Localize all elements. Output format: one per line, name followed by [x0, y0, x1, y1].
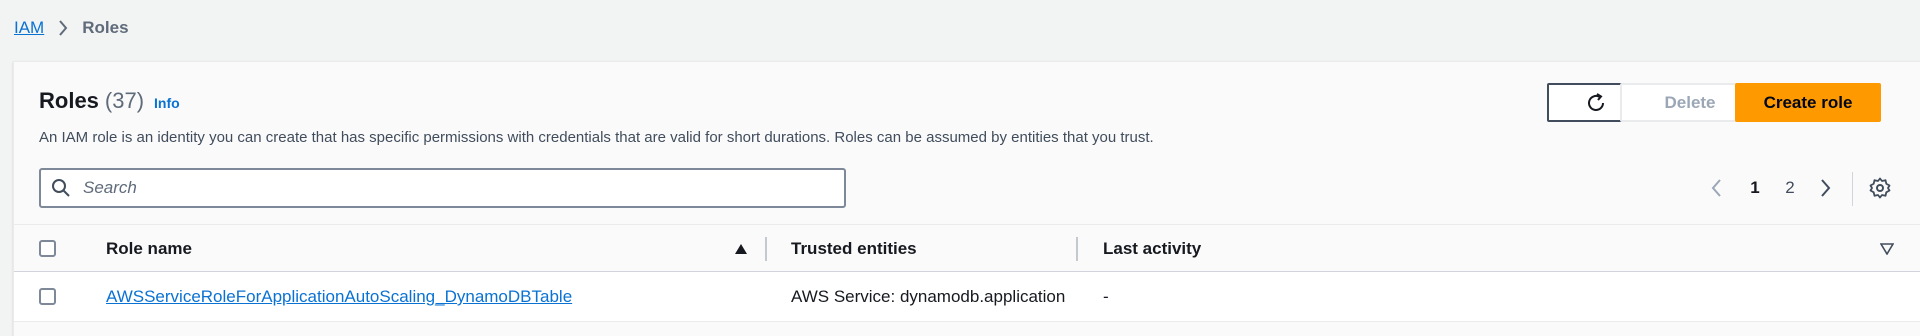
chevron-right-icon: [58, 20, 68, 36]
search-field[interactable]: [39, 168, 846, 208]
previous-page-button[interactable]: [1704, 174, 1728, 202]
last-activity-cell: -: [1103, 287, 1109, 306]
search-icon: [51, 178, 71, 198]
column-header-last-activity[interactable]: Last activity: [1103, 225, 1201, 273]
pagination-divider: [1852, 172, 1853, 206]
row-checkbox[interactable]: [39, 288, 56, 305]
page-title: Roles: [39, 88, 99, 113]
chevron-right-icon: [1820, 178, 1832, 198]
role-name-cell: AWSServiceRoleForApplicationAutoScaling_…: [106, 272, 726, 322]
sort-up-icon[interactable]: [734, 225, 748, 273]
sort-down-icon[interactable]: [1880, 225, 1894, 273]
column-resizer[interactable]: [765, 237, 767, 261]
table-header: Role name Trusted entities Last activity: [14, 224, 1920, 272]
refresh-icon: [1585, 92, 1607, 114]
breadcrumb-iam-link[interactable]: IAM: [14, 18, 44, 38]
settings-gear-icon: [1869, 177, 1891, 199]
next-page-button[interactable]: [1814, 174, 1838, 202]
role-name-link[interactable]: AWSServiceRoleForApplicationAutoScaling_…: [106, 287, 572, 307]
preferences-button[interactable]: [1866, 174, 1894, 202]
info-link[interactable]: Info: [154, 95, 180, 111]
column-header-role-name[interactable]: Role name: [106, 225, 192, 273]
page-1-button[interactable]: 1: [1745, 174, 1765, 202]
breadcrumb-current: Roles: [82, 18, 129, 37]
page-2-button[interactable]: 2: [1780, 174, 1800, 202]
trusted-entities-cell: AWS Service: dynamodb.application: [791, 287, 1066, 306]
create-role-button[interactable]: Create role: [1735, 83, 1881, 122]
page-description: An IAM role is an identity you can creat…: [39, 129, 1154, 146]
roles-panel: Roles (37) Info An IAM role is an identi…: [13, 61, 1920, 336]
column-resizer[interactable]: [1076, 237, 1078, 261]
search-input[interactable]: [83, 178, 783, 198]
select-all-checkbox[interactable]: [39, 240, 56, 257]
roles-count: (37): [104, 88, 145, 113]
table-row: AWSServiceRoleForApplicationAutoScaling_…: [14, 272, 1920, 322]
header-title-row: Roles (37) Info: [39, 88, 180, 114]
column-header-trusted-entities[interactable]: Trusted entities: [791, 225, 917, 273]
chevron-left-icon: [1710, 178, 1722, 198]
breadcrumb: IAM Roles: [14, 17, 129, 39]
